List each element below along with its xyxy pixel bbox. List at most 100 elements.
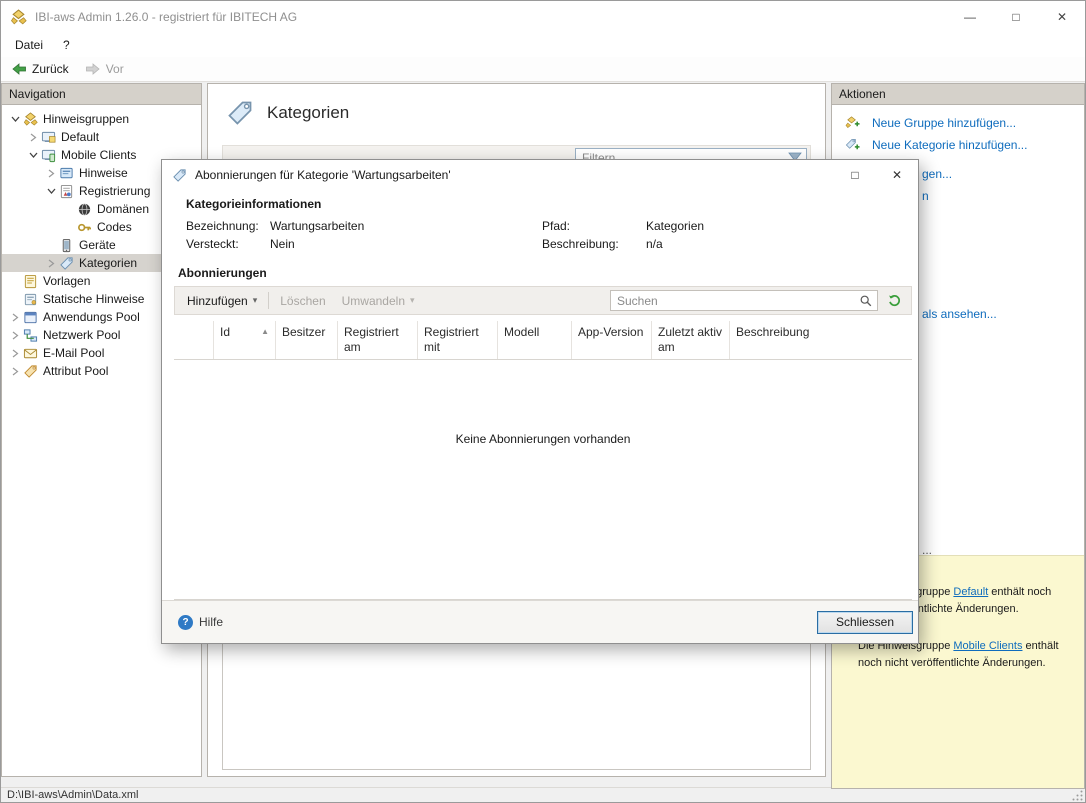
chevron-collapsed-icon[interactable] [44, 256, 59, 270]
menu-item-datei[interactable]: Datei [5, 35, 53, 55]
search-icon[interactable] [859, 294, 873, 308]
email-pool-icon [23, 346, 38, 361]
geraete-icon [59, 238, 74, 253]
column-modell[interactable]: Modell [498, 321, 572, 359]
column-registriert-mit[interactable]: Registriert mit [418, 321, 498, 359]
field-label: Versteckt: [186, 237, 270, 251]
refresh-icon [887, 293, 902, 308]
column-label: Registriert mit [424, 325, 491, 355]
tree-item-label: Hinweisgruppen [43, 112, 129, 126]
delete-button[interactable]: Löschen [272, 290, 333, 312]
navigation-panel-header: Navigation [2, 84, 201, 105]
back-label: Zurück [32, 62, 69, 76]
chevron-collapsed-icon[interactable] [8, 328, 23, 342]
chevron-expanded-icon[interactable] [8, 112, 23, 126]
statische-hinweise-icon [23, 292, 38, 307]
codes-icon [77, 220, 92, 235]
mobile-client-icon [41, 148, 56, 163]
close-button[interactable]: ✕ [1039, 1, 1085, 33]
status-path: D:\IBI-aws\Admin\Data.xml [7, 789, 138, 801]
column-beschreibung[interactable]: Beschreibung [730, 321, 912, 359]
forward-label: Vor [106, 62, 124, 76]
schliessen-button[interactable]: Schliessen [817, 611, 913, 634]
column-select[interactable] [174, 321, 214, 359]
refresh-button[interactable] [887, 293, 902, 308]
subscriptions-toolbar: Hinzufügen ▾ Löschen Umwandeln ▾ [174, 286, 912, 315]
anwendungs-pool-icon [23, 310, 38, 325]
chevron-placeholder [8, 274, 23, 288]
table-body[interactable]: Keine Abonnierungen vorhanden [174, 360, 912, 599]
column-label: Besitzer [282, 325, 325, 340]
action-new-category[interactable]: Neue Kategorie hinzufügen... [845, 137, 1027, 152]
tree-item-label: Vorlagen [43, 274, 90, 288]
chevron-collapsed-icon[interactable] [44, 166, 59, 180]
add-button[interactable]: Hinzufügen ▾ [179, 290, 265, 312]
action-partially-hidden[interactable]: gen... [922, 167, 952, 181]
dialog-tag-icon [172, 168, 187, 183]
action-partially-hidden[interactable]: als ansehen... [922, 307, 997, 321]
minimize-icon: — [964, 10, 976, 24]
close-icon: ✕ [1057, 10, 1067, 24]
section-heading-kategorieinformationen: Kategorieinformationen [186, 197, 918, 211]
notification-link-default[interactable]: Default [953, 586, 988, 598]
search-input[interactable] [611, 294, 859, 308]
column-app-version[interactable]: App-Version [572, 321, 652, 359]
forward-button[interactable]: Vor [81, 60, 132, 78]
chevron-expanded-icon[interactable] [44, 184, 59, 198]
app-window: IBI-aws Admin 1.26.0 - registriert für I… [0, 0, 1086, 803]
action-partially-hidden[interactable]: n [922, 189, 929, 203]
tree-item-label: E-Mail Pool [43, 346, 104, 360]
status-bar: D:\IBI-aws\Admin\Data.xml [1, 787, 1085, 802]
convert-button[interactable]: Umwandeln ▾ [334, 290, 423, 312]
notification-link-mobile-clients[interactable]: Mobile Clients [953, 640, 1022, 652]
maximize-button[interactable]: □ [993, 1, 1039, 33]
navigation-panel-title: Navigation [9, 87, 66, 101]
dialog-maximize-button[interactable]: □ [834, 160, 876, 190]
tree-item-label: Netzwerk Pool [43, 328, 120, 342]
column-label: Beschreibung [736, 325, 809, 340]
section-heading-abonnierungen: Abonnierungen [178, 266, 918, 280]
chevron-collapsed-icon[interactable] [26, 130, 41, 144]
vorlagen-icon [23, 274, 38, 289]
column-label: App-Version [578, 325, 643, 340]
dialog-title-bar: Abonnierungen für Kategorie 'Wartungsarb… [162, 160, 918, 190]
chevron-collapsed-icon[interactable] [8, 364, 23, 378]
window-title: IBI-aws Admin 1.26.0 - registriert für I… [35, 10, 297, 24]
column-besitzer[interactable]: Besitzer [276, 321, 338, 359]
tree-item-label: Default [61, 130, 99, 144]
column-id[interactable]: Id ▲ [214, 321, 276, 359]
tree-item-label: Registrierung [79, 184, 150, 198]
group-icon [23, 112, 38, 127]
menu-item-help[interactable]: ? [53, 35, 80, 55]
close-icon: ✕ [892, 168, 902, 182]
schliessen-button-label: Schliessen [836, 615, 894, 629]
action-new-group[interactable]: Neue Gruppe hinzufügen... [845, 115, 1016, 130]
attribut-pool-icon [23, 364, 38, 379]
tree-item-hinweisgruppen[interactable]: Hinweisgruppen [2, 110, 201, 128]
caret-down-icon: ▾ [410, 295, 415, 306]
column-label: Registriert am [344, 325, 411, 355]
back-arrow-icon [12, 63, 26, 75]
chevron-expanded-icon[interactable] [26, 148, 41, 162]
column-zuletzt-aktiv-am[interactable]: Zuletzt aktiv am [652, 321, 730, 359]
empty-state-text: Keine Abonnierungen vorhanden [174, 432, 912, 446]
tree-item-label: Hinweise [79, 166, 128, 180]
maximize-icon: □ [851, 168, 858, 182]
resize-grip-icon[interactable] [1071, 789, 1084, 802]
help-button[interactable]: ? Hilfe [178, 615, 223, 630]
column-label: Id [220, 325, 230, 340]
dialog-close-button[interactable]: ✕ [876, 160, 918, 190]
column-registriert-am[interactable]: Registriert am [338, 321, 418, 359]
new-group-icon [845, 115, 860, 130]
minimize-button[interactable]: — [947, 1, 993, 33]
chevron-collapsed-icon[interactable] [8, 346, 23, 360]
main-header: Kategorien [208, 84, 825, 135]
back-button[interactable]: Zurück [7, 60, 77, 78]
chevron-placeholder [62, 202, 77, 216]
caret-down-icon: ▾ [253, 295, 258, 306]
new-category-icon [845, 137, 860, 152]
chevron-collapsed-icon[interactable] [8, 310, 23, 324]
sort-ascending-icon: ▲ [261, 327, 269, 337]
hinweise-icon [59, 166, 74, 181]
tree-item-default[interactable]: Default [2, 128, 201, 146]
